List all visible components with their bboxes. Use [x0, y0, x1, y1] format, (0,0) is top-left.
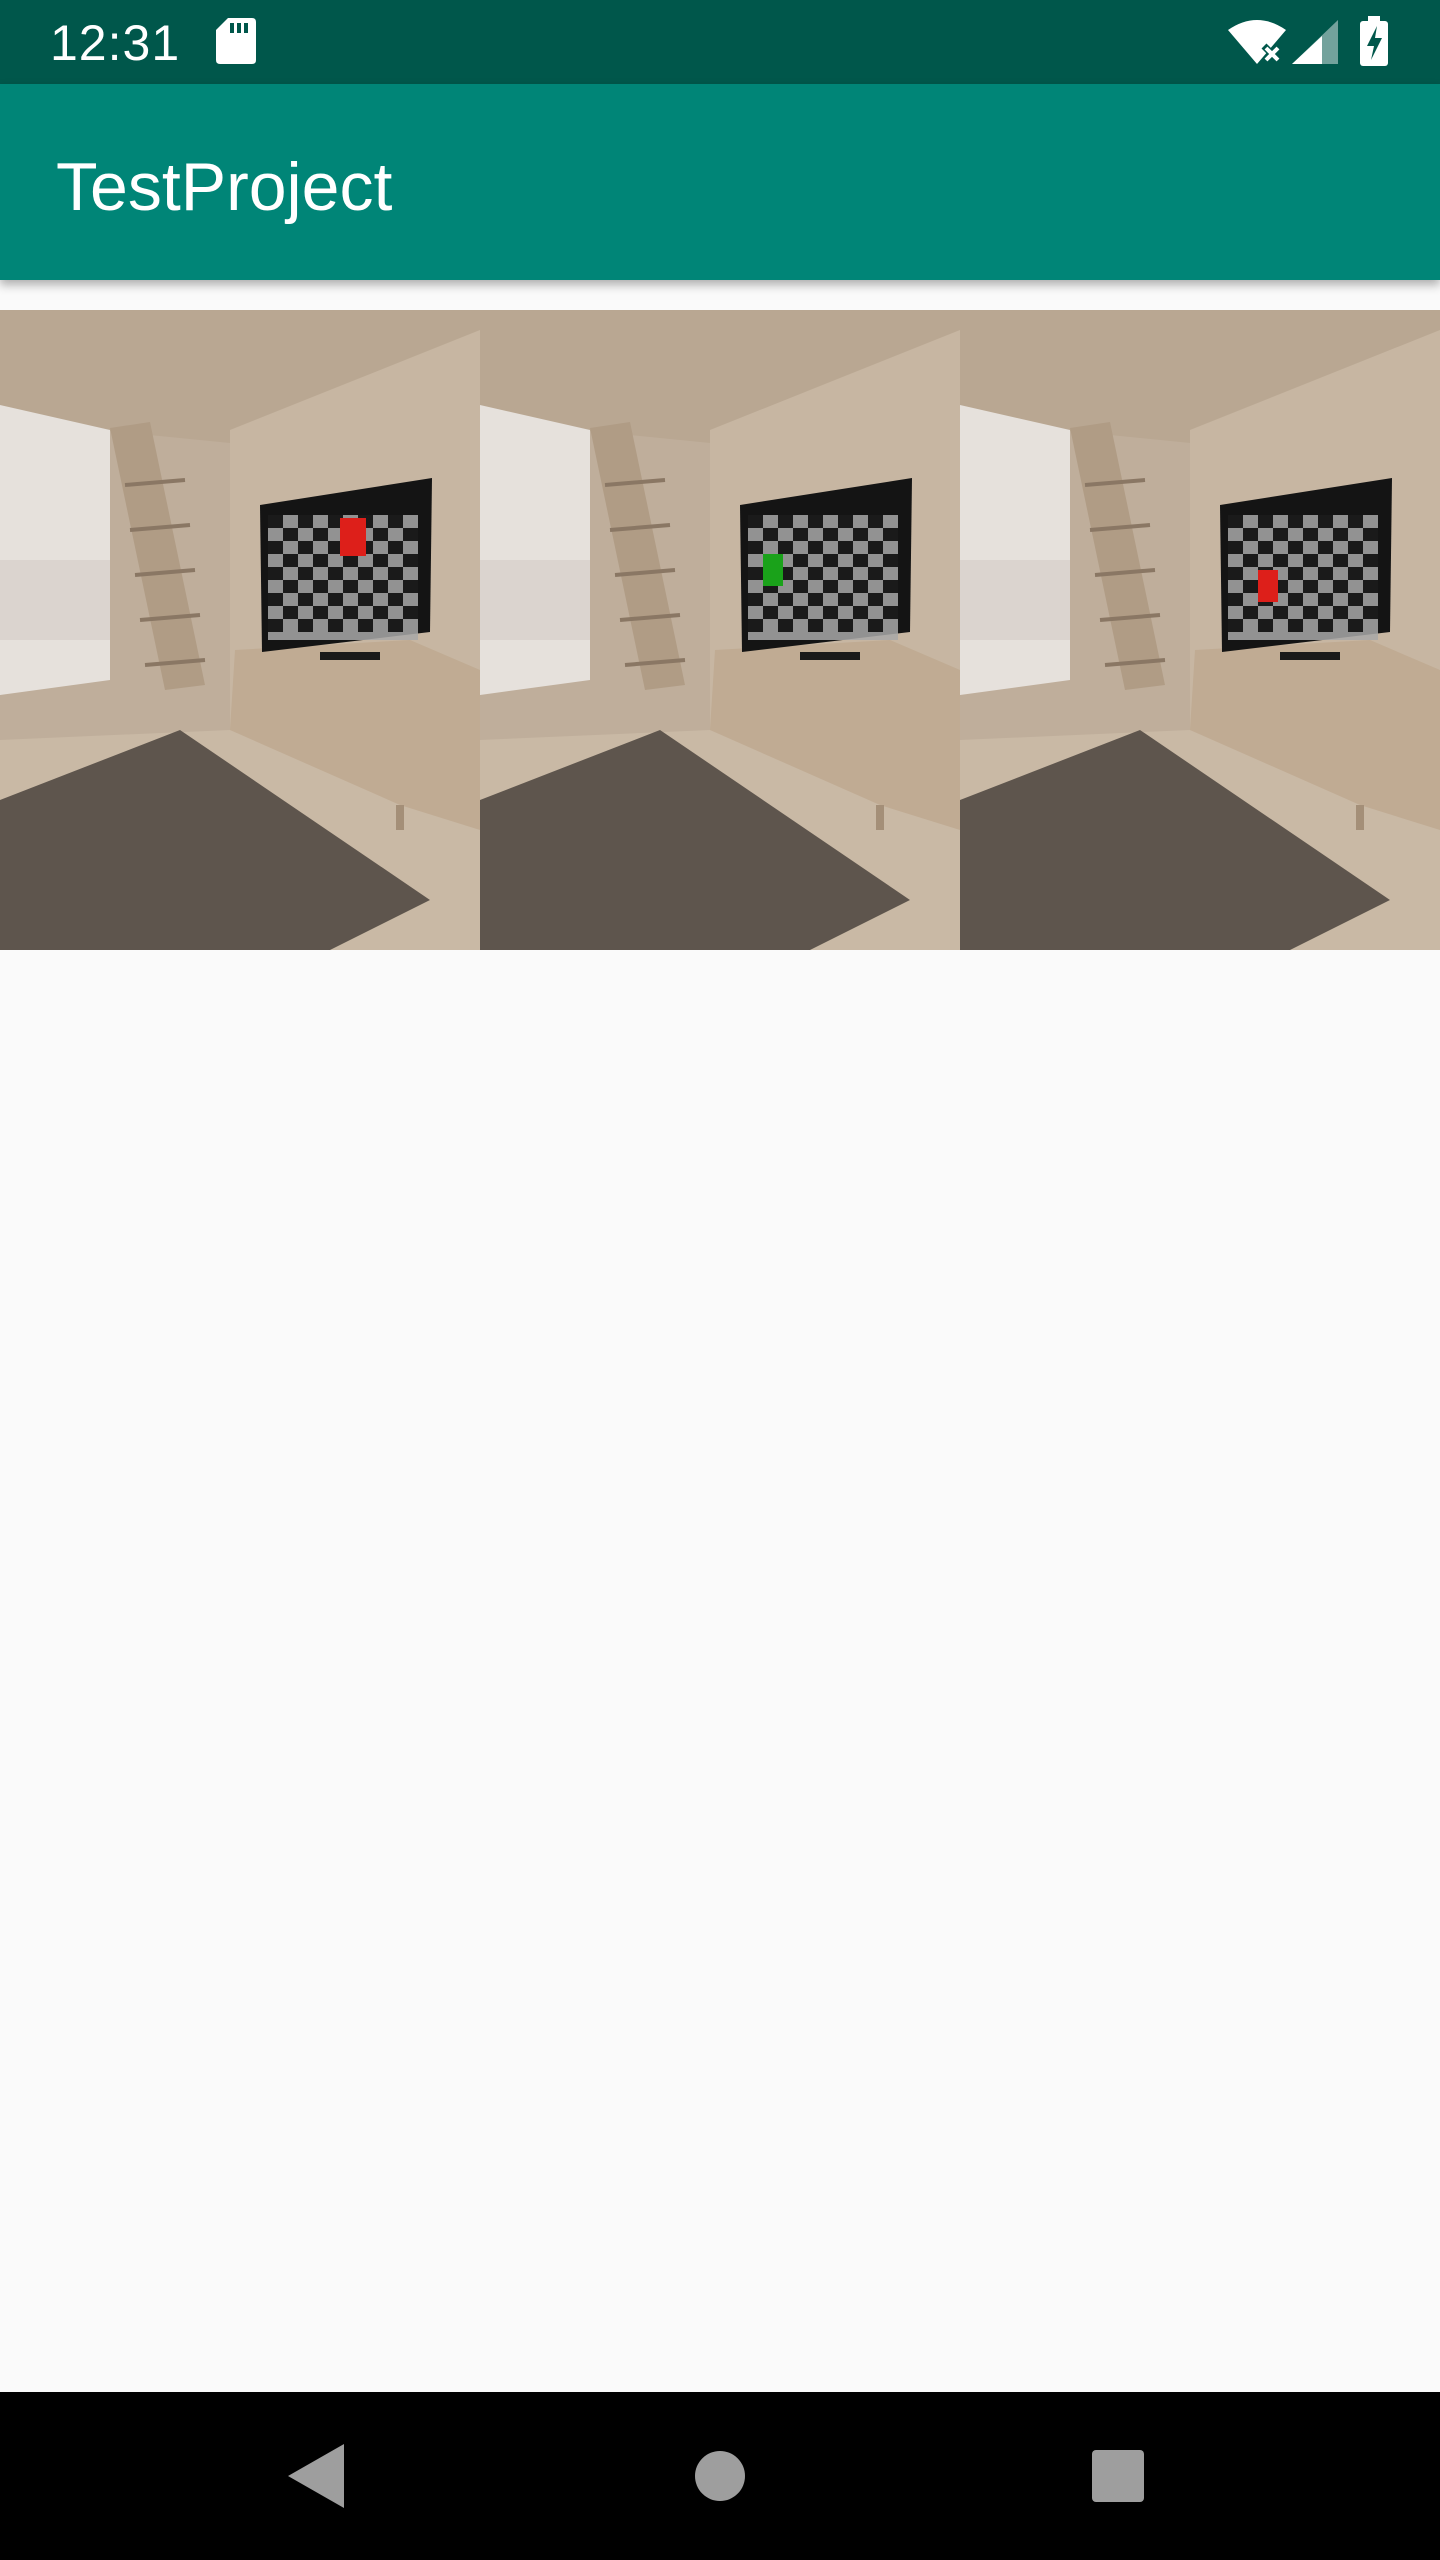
status-time: 12:31	[50, 15, 181, 71]
color-marker	[763, 554, 783, 586]
color-marker	[340, 518, 366, 556]
app-title: TestProject	[56, 149, 393, 225]
room-scene-image	[480, 310, 960, 950]
cell-signal-icon	[1292, 20, 1338, 64]
recents-icon[interactable]	[1092, 2450, 1144, 2502]
gallery-image-3[interactable]	[960, 310, 1440, 950]
navigation-bar	[0, 2392, 1440, 2560]
wifi-no-internet-icon	[1228, 20, 1286, 64]
checkerboard	[1228, 515, 1378, 640]
home-icon[interactable]	[694, 2450, 746, 2502]
status-bar: 12:31	[0, 0, 1440, 84]
gallery-image-1[interactable]	[0, 310, 480, 950]
color-marker	[1258, 570, 1278, 602]
gallery-image-2[interactable]	[480, 310, 960, 950]
battery-charging-icon	[1360, 16, 1388, 66]
app-bar: TestProject	[0, 84, 1440, 280]
image-gallery	[0, 310, 1440, 950]
room-scene-image	[960, 310, 1440, 950]
sd-card-icon	[216, 18, 256, 64]
back-icon[interactable]	[288, 2444, 344, 2508]
room-scene-image	[0, 310, 480, 950]
